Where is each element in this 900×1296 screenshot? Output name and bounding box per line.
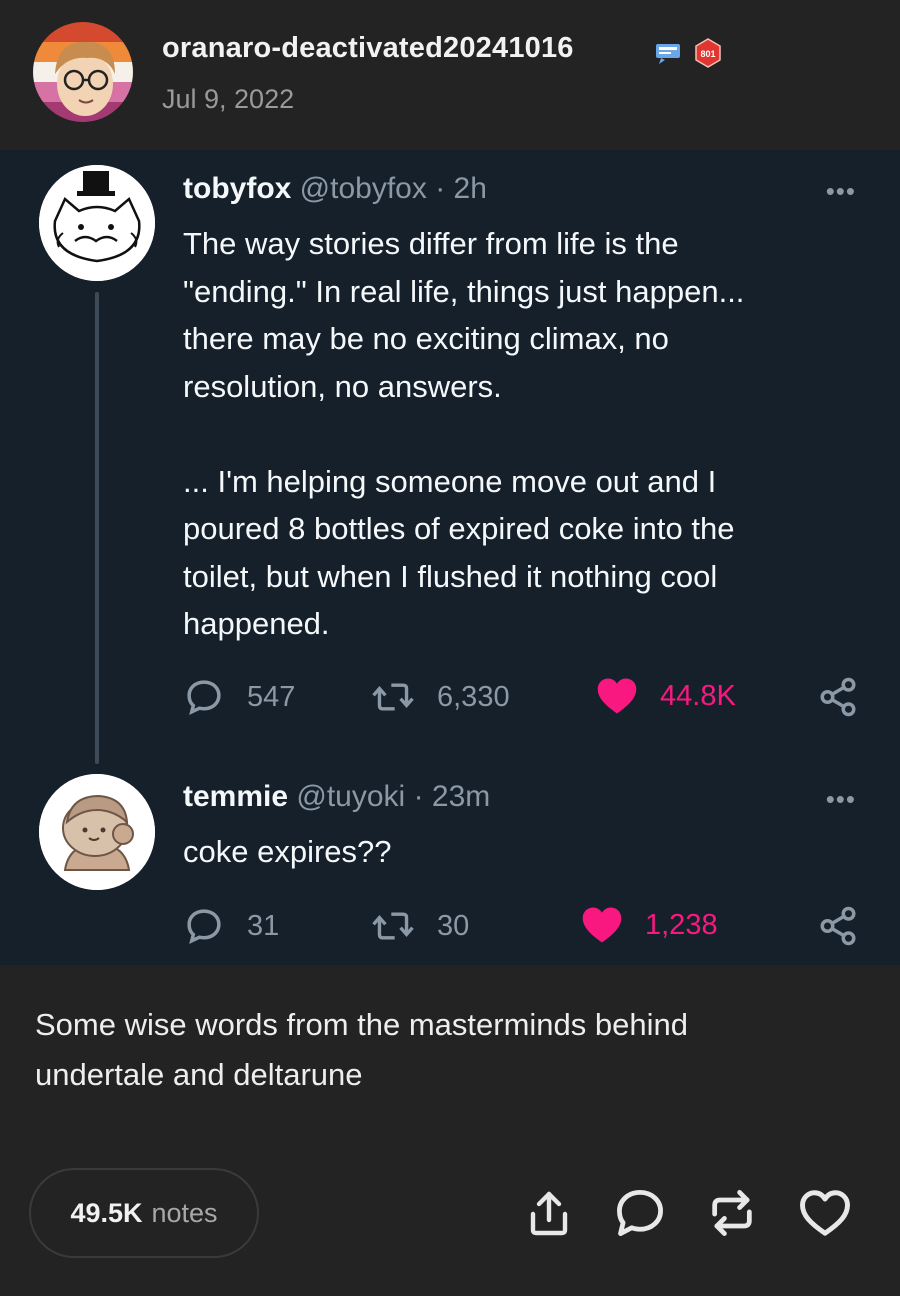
tweet-line: The way stories differ from life is the bbox=[183, 226, 679, 261]
post-caption: Some wise words from the masterminds beh… bbox=[35, 1000, 855, 1100]
tweet-author-handle[interactable]: @tobyfox bbox=[300, 172, 427, 205]
reply-count: 547 bbox=[247, 680, 296, 713]
heart-icon bbox=[582, 907, 622, 943]
tweet-text: The way stories differ from life is the … bbox=[183, 220, 863, 648]
retweet-count: 6,330 bbox=[437, 680, 510, 713]
tweet-screenshot: tobyfox @tobyfox · 2h ••• The way storie… bbox=[0, 150, 900, 965]
tweet-line bbox=[183, 410, 863, 458]
notes-label: notes bbox=[151, 1197, 218, 1228]
heart-icon bbox=[597, 678, 637, 714]
tweet-line: "ending." In real life, things just happ… bbox=[183, 273, 745, 309]
blog-badges: 801 bbox=[653, 38, 723, 68]
retweet-action[interactable]: 30 bbox=[371, 905, 469, 947]
reply-action[interactable]: 31 bbox=[183, 905, 279, 947]
tweet-header: tobyfox @tobyfox · 2h bbox=[183, 172, 487, 206]
reblog-icon bbox=[712, 1190, 752, 1236]
retweet-icon bbox=[372, 912, 414, 940]
counter-badge-icon: 801 bbox=[695, 38, 721, 68]
tweet-text: coke expires?? bbox=[183, 828, 863, 876]
blog-avatar[interactable] bbox=[33, 22, 133, 122]
tweet-author-name[interactable]: temmie bbox=[183, 780, 288, 813]
tweet-actions: 31 30 1,238 bbox=[183, 905, 863, 949]
tweet-time: · 23m bbox=[413, 780, 491, 813]
retweet-action[interactable]: 6,330 bbox=[371, 676, 510, 718]
post-date: Jul 9, 2022 bbox=[162, 84, 295, 114]
tweet-line: coke expires?? bbox=[183, 834, 392, 869]
tweet-line: poured 8 bottles of expired coke into th… bbox=[183, 511, 735, 546]
tweet-time: · 2h bbox=[435, 172, 487, 205]
share-icon bbox=[820, 906, 856, 946]
tweet-actions: 547 6,330 44.8K bbox=[183, 676, 863, 720]
notes-button[interactable]: 49.5K notes bbox=[29, 1168, 259, 1258]
tweet-line: resolution, no answers. bbox=[183, 368, 502, 404]
like-icon bbox=[800, 1190, 850, 1236]
tweet-more-icon[interactable]: ••• bbox=[826, 784, 856, 815]
post-header: oranaro-deactivated20241016 801 Jul 9, 2… bbox=[0, 0, 900, 150]
upload-button[interactable] bbox=[522, 1186, 576, 1240]
tweet-line: toilet, but when I flushed it nothing co… bbox=[183, 558, 718, 594]
caption-line: Some wise words from the masterminds beh… bbox=[35, 1007, 688, 1042]
blog-name[interactable]: oranaro-deactivated20241016 bbox=[162, 32, 574, 65]
tweet-author-name[interactable]: tobyfox bbox=[183, 172, 291, 205]
reply-action[interactable]: 547 bbox=[183, 676, 295, 718]
tobyfox-avatar bbox=[39, 165, 155, 281]
ticket-badge-icon bbox=[656, 44, 680, 64]
retweet-icon bbox=[372, 683, 414, 711]
caption-line: undertale and deltarune bbox=[35, 1057, 363, 1092]
share-action[interactable] bbox=[817, 676, 859, 718]
like-action[interactable]: 1,238 bbox=[581, 905, 718, 945]
share-action[interactable] bbox=[817, 905, 859, 947]
thread-connector bbox=[95, 292, 99, 764]
like-button[interactable] bbox=[798, 1186, 852, 1240]
reblog-button[interactable] bbox=[705, 1186, 759, 1240]
reply-icon bbox=[187, 680, 221, 716]
retweet-count: 30 bbox=[437, 909, 470, 942]
upload-icon bbox=[530, 1191, 568, 1236]
tweet-line: happened. bbox=[183, 606, 330, 641]
share-icon bbox=[820, 677, 856, 717]
reply-icon bbox=[187, 909, 221, 945]
like-action[interactable]: 44.8K bbox=[596, 676, 736, 716]
temmie-avatar bbox=[39, 774, 155, 890]
comment-button[interactable] bbox=[613, 1186, 667, 1240]
tweet-line: ... I'm helping someone move out and I bbox=[183, 463, 717, 499]
tweet-line: there may be no exciting climax, no bbox=[183, 321, 669, 356]
notes-count: 49.5K bbox=[70, 1197, 143, 1228]
badge-number: 801 bbox=[700, 49, 715, 59]
tweet-author-handle[interactable]: @tuyoki bbox=[296, 780, 405, 813]
like-count: 1,238 bbox=[645, 908, 718, 941]
like-count: 44.8K bbox=[660, 679, 736, 712]
reply-count: 31 bbox=[247, 909, 280, 942]
tweet-more-icon[interactable]: ••• bbox=[826, 176, 856, 207]
comment-icon bbox=[617, 1190, 663, 1236]
tweet-header: temmie @tuyoki · 23m bbox=[183, 780, 490, 814]
